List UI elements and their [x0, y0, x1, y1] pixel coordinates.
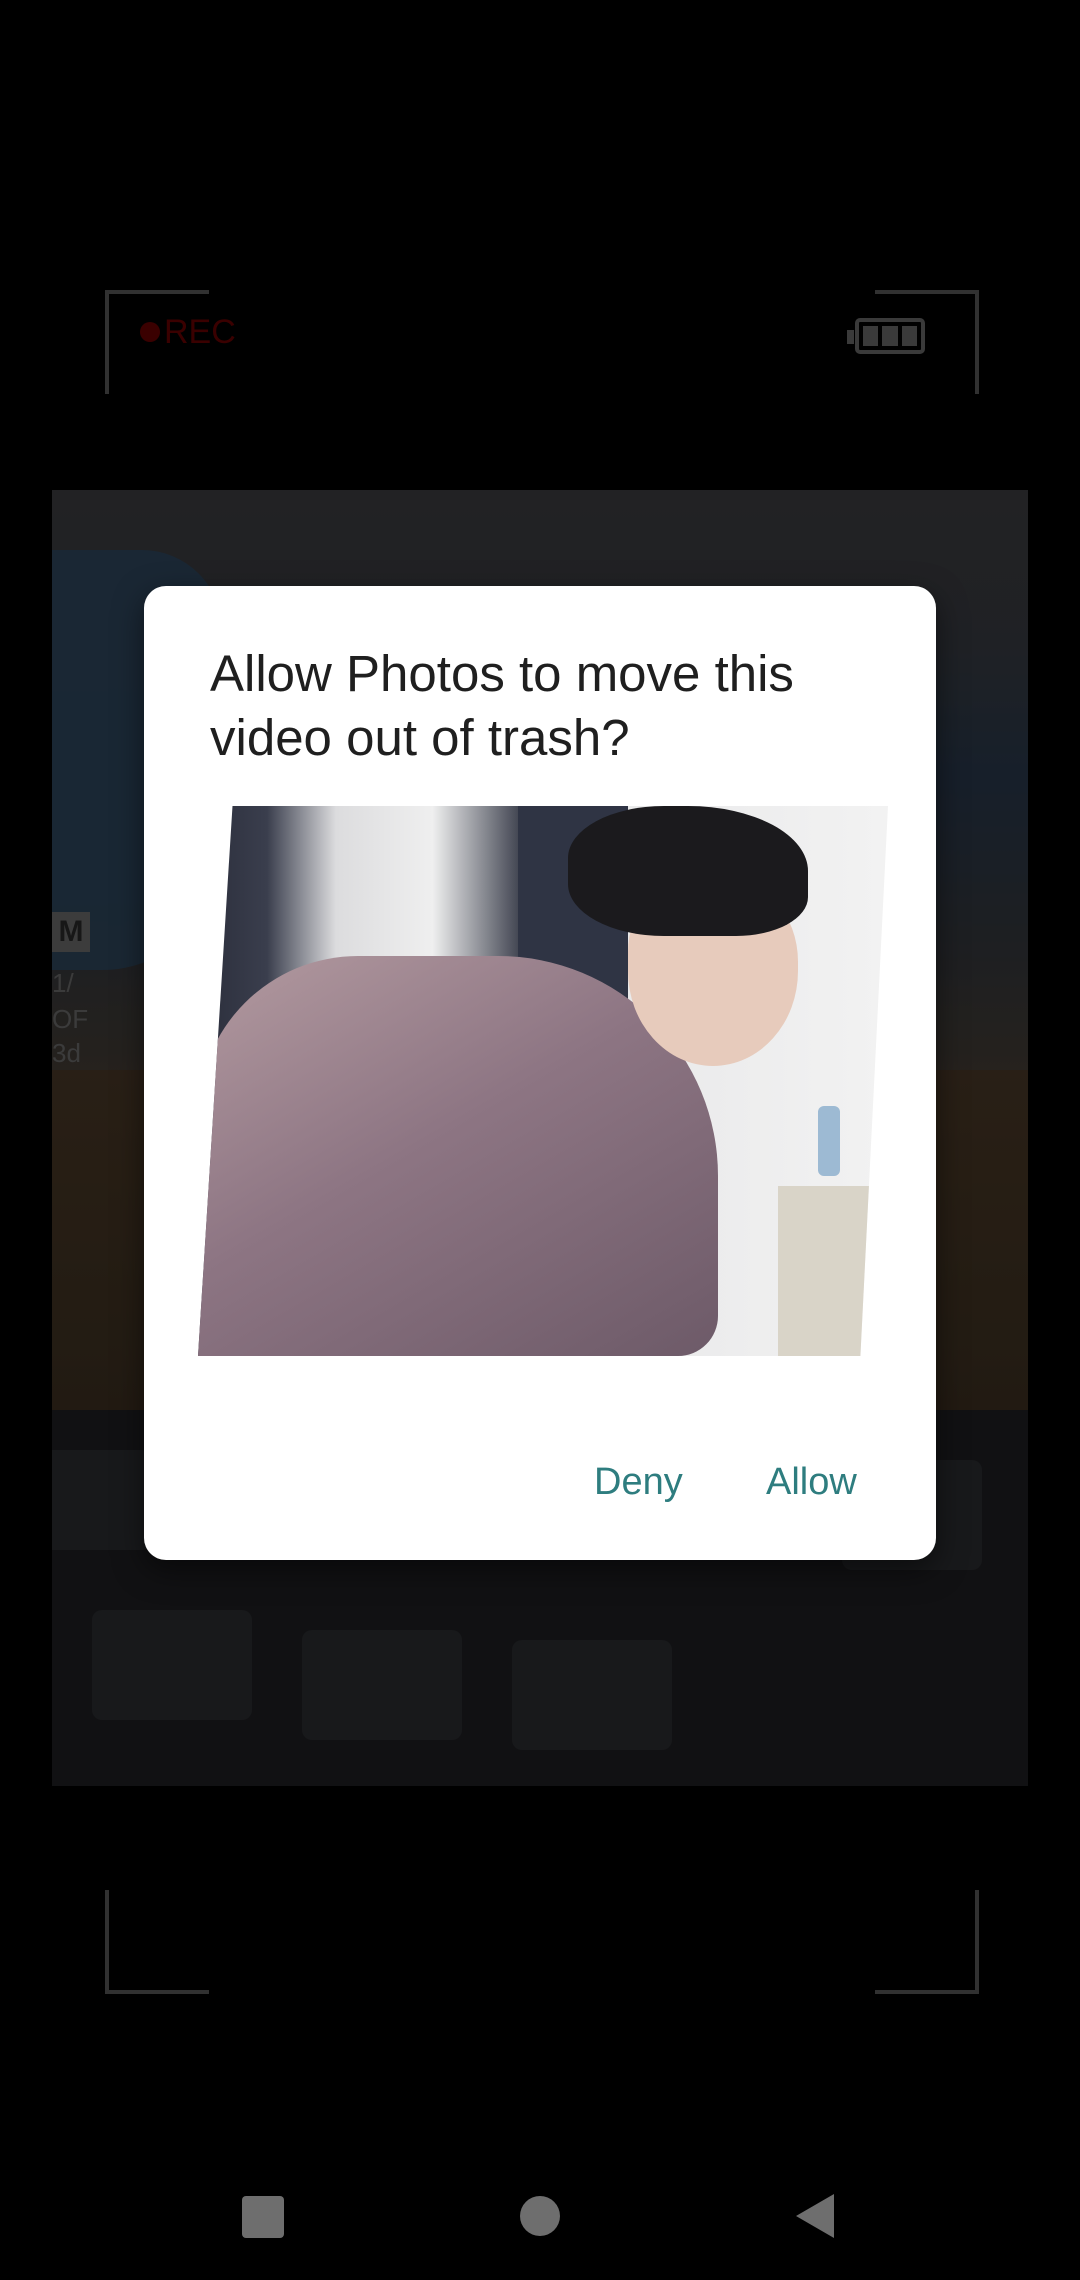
dialog-title: Allow Photos to move this video out of t… [210, 645, 794, 766]
deny-button[interactable]: Deny [576, 1442, 701, 1522]
back-icon[interactable] [796, 2194, 834, 2238]
navigation-bar [0, 2130, 1080, 2280]
home-icon[interactable] [520, 2196, 560, 2236]
permission-dialog: Allow Photos to move this video out of t… [144, 586, 936, 1560]
screen: REC M 1/ OF 3d Allow Photos to move this… [0, 0, 1080, 2280]
recents-icon[interactable] [242, 2196, 284, 2238]
video-thumbnail [198, 806, 888, 1356]
allow-button[interactable]: Allow [748, 1442, 875, 1522]
